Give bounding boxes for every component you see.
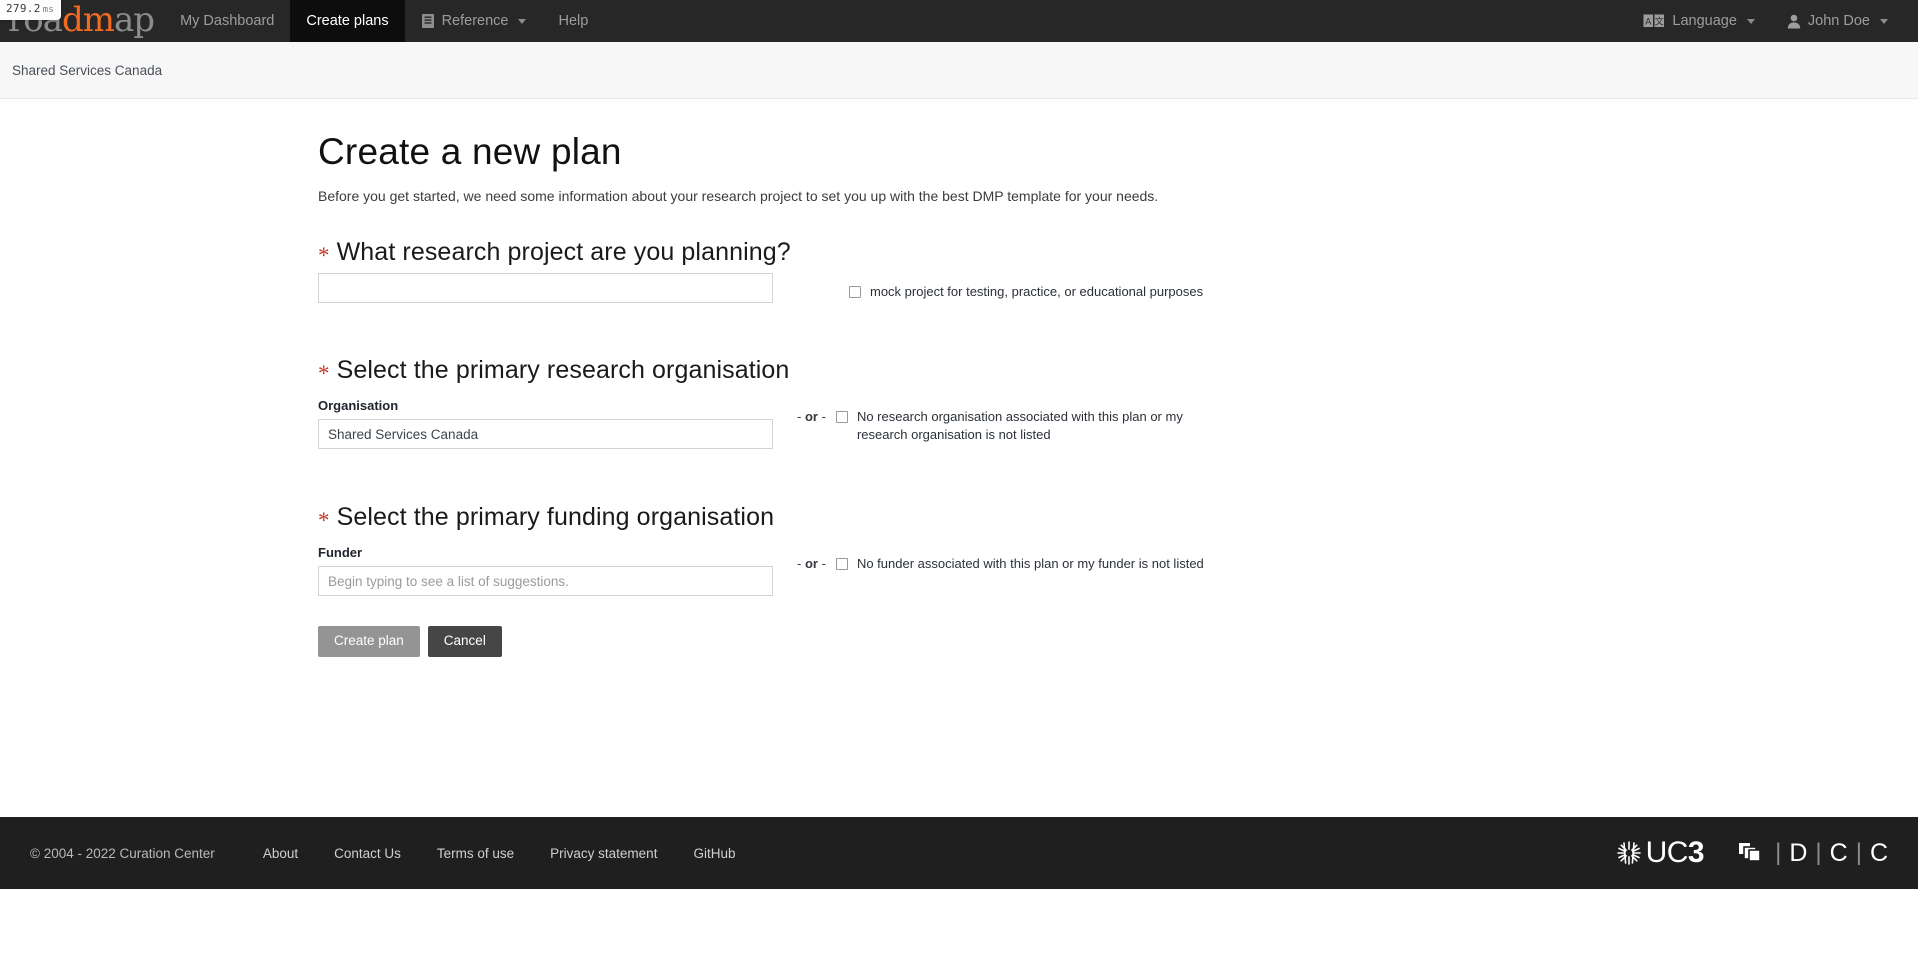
required-asterisk: *	[318, 508, 330, 534]
funder-input[interactable]	[318, 566, 773, 597]
top-navigation-bar: roa dm ap My Dashboard Create plans Refere…	[0, 0, 1918, 42]
nav-item-create-plans[interactable]: Create plans	[290, 0, 405, 42]
secondary-nav-items: A 文 Language John Doe	[1627, 0, 1918, 42]
primary-nav-items: My Dashboard Create plans Reference Help	[164, 0, 604, 42]
section-funding-organisation: * Select the primary funding organisation…	[318, 502, 1598, 597]
or-suffix: -	[821, 556, 826, 572]
performance-timing-unit: ms	[42, 5, 55, 15]
section-heading-text: What research project are you planning?	[336, 238, 791, 267]
uc3-logo-text: UC	[1645, 836, 1689, 869]
user-icon	[1787, 14, 1801, 29]
footer-link-contact-us[interactable]: Contact Us	[316, 846, 419, 861]
nav-item-help[interactable]: Help	[542, 0, 604, 42]
no-funder-checkbox[interactable]	[835, 558, 848, 571]
logo-text-part-3: ap	[114, 0, 155, 40]
performance-timing-badge: 279.2 ms	[0, 0, 62, 20]
footer-copyright: © 2004 - 2022 Curation Center	[30, 845, 215, 861]
no-research-organisation-checkbox[interactable]	[835, 411, 848, 424]
footer-links: © 2004 - 2022 Curation Center About Cont…	[30, 846, 753, 861]
dcc-letter-d: D	[1789, 838, 1808, 867]
section-heading-text: Select the primary research organisation	[336, 356, 790, 385]
nav-item-my-dashboard[interactable]: My Dashboard	[164, 0, 290, 42]
page-subtitle: Before you get started, we need some inf…	[318, 187, 1159, 204]
uc3-logo[interactable]: UC 3	[1614, 836, 1705, 870]
or-prefix: -	[797, 556, 802, 572]
nav-item-label: Language	[1672, 13, 1737, 29]
footer-link-privacy-statement[interactable]: Privacy statement	[532, 846, 675, 861]
performance-timing-value: 279.2	[6, 2, 41, 15]
chevron-down-icon	[1880, 18, 1888, 24]
nav-item-label: John Doe	[1807, 13, 1870, 29]
create-plan-form-container: Create a new plan Before you get started…	[318, 99, 1598, 657]
organisation-input[interactable]	[318, 419, 773, 450]
nav-item-label: My Dashboard	[180, 13, 275, 29]
chevron-down-icon	[1746, 18, 1755, 24]
svg-text:A: A	[1646, 17, 1652, 27]
dcc-separator: |	[1775, 839, 1782, 866]
section-heading-funding-organisation: * Select the primary funding organisation	[318, 502, 1598, 534]
section-heading-research-organisation: * Select the primary research organisatio…	[318, 355, 1598, 387]
book-icon	[421, 13, 435, 29]
nav-item-label: Help	[558, 13, 589, 29]
or-word: or	[804, 409, 818, 425]
mock-project-option: mock project for testing, practice, or e…	[849, 283, 1203, 301]
section-research-organisation: * Select the primary research organisatio…	[318, 355, 1598, 450]
required-asterisk: *	[318, 361, 330, 387]
form-actions: Create plan Cancel	[318, 626, 1598, 657]
section-heading-text: Select the primary funding organisation	[336, 503, 775, 532]
mock-project-checkbox-label[interactable]: mock project for testing, practice, or e…	[870, 283, 1203, 301]
mock-project-checkbox-wrapper[interactable]: mock project for testing, practice, or e…	[849, 283, 1203, 301]
logo-text-part-2: dm	[62, 0, 115, 40]
chevron-down-icon	[518, 18, 527, 24]
mock-project-checkbox[interactable]	[849, 286, 861, 299]
create-plan-button[interactable]: Create plan	[318, 626, 420, 657]
svg-text:文: 文	[1655, 16, 1664, 28]
translate-icon: A 文	[1643, 14, 1665, 28]
dcc-separator: |	[1815, 839, 1822, 866]
organisation-name: Shared Services Canada	[12, 62, 163, 78]
stacked-squares-icon	[1738, 841, 1764, 865]
dcc-letter-c2: C	[1869, 838, 1888, 867]
organisation-context-bar: Shared Services Canada	[0, 42, 1918, 99]
or-prefix: -	[797, 409, 802, 425]
dcc-separator: |	[1855, 839, 1862, 866]
nav-item-language[interactable]: A 文 Language	[1627, 0, 1771, 42]
or-divider-text: - or -	[797, 408, 826, 424]
no-research-organisation-checkbox-wrapper[interactable]: No research organisation associated with…	[835, 408, 1207, 443]
or-word: or	[804, 556, 818, 572]
starburst-icon	[1614, 838, 1644, 868]
footer-link-about[interactable]: About	[245, 846, 316, 861]
uc3-logo-number: 3	[1687, 836, 1705, 869]
research-project-title-input[interactable]	[318, 273, 773, 304]
main-content-area: Create a new plan Before you get started…	[0, 99, 1918, 889]
no-research-organisation-checkbox-label[interactable]: No research organisation associated with…	[857, 408, 1207, 443]
or-suffix: -	[821, 409, 826, 425]
no-funder-option: - or - No funder associated with this pl…	[797, 555, 1204, 573]
footer-link-terms-of-use[interactable]: Terms of use	[419, 846, 532, 861]
nav-item-label: Reference	[441, 13, 509, 29]
cancel-button[interactable]: Cancel	[427, 626, 502, 657]
required-asterisk: *	[318, 243, 330, 269]
dcc-letter-c1: C	[1829, 838, 1848, 867]
footer-logos: UC 3 | D | C | C	[1614, 836, 1896, 870]
nav-item-label: Create plans	[306, 13, 389, 29]
nav-item-user-menu[interactable]: John Doe	[1771, 0, 1904, 42]
dcc-logo[interactable]: | D | C | C	[1738, 839, 1888, 868]
nav-item-reference[interactable]: Reference	[405, 0, 543, 42]
no-research-organisation-option: - or - No research organisation associat…	[797, 408, 1207, 443]
page-title: Create a new plan	[318, 131, 622, 172]
no-funder-checkbox-label[interactable]: No funder associated with this plan or m…	[857, 555, 1204, 573]
page-footer: © 2004 - 2022 Curation Center About Cont…	[0, 817, 1918, 889]
footer-link-github[interactable]: GitHub	[675, 846, 753, 861]
or-divider-text: - or -	[797, 555, 826, 571]
section-heading-research-project: * What research project are you planning?	[318, 237, 1598, 269]
section-research-project: * What research project are you planning?…	[318, 237, 1598, 304]
no-funder-checkbox-wrapper[interactable]: No funder associated with this plan or m…	[835, 555, 1204, 573]
